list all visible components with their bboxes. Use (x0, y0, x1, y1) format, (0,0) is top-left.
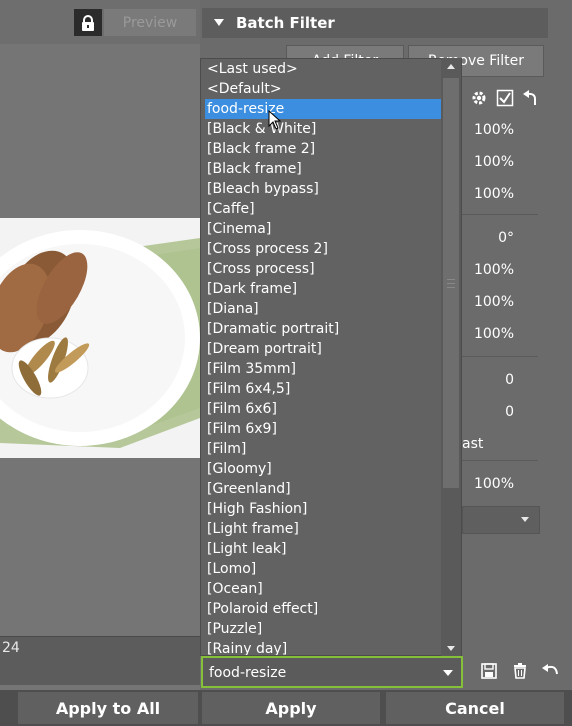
list-item[interactable]: [Cinema] (205, 219, 443, 239)
list-item[interactable]: [Puzzle] (205, 619, 443, 639)
value-2: 100% (473, 154, 514, 170)
batch-filter-title: Batch Filter (236, 14, 335, 32)
preset-combobox[interactable]: food-resize (201, 656, 463, 688)
list-item[interactable]: [Black frame] (205, 159, 443, 179)
delete-preset-button[interactable] (509, 660, 531, 682)
checkbox-icon[interactable] (494, 87, 516, 109)
value-3: 100% (473, 186, 514, 202)
value-4: 0° (498, 230, 514, 246)
filter-mode-select[interactable] (462, 506, 540, 534)
value-5: 100% (473, 262, 514, 278)
value-7: 100% (473, 326, 514, 342)
list-item[interactable]: [Caffe] (205, 199, 443, 219)
divider (462, 460, 538, 461)
save-icon (481, 663, 497, 679)
preset-combobox-value: food-resize (209, 665, 287, 681)
trash-icon (514, 663, 526, 679)
grip-icon (447, 279, 455, 280)
lock-button[interactable] (74, 9, 102, 36)
list-item[interactable]: [Film 35mm] (205, 359, 443, 379)
value-6: 100% (473, 294, 514, 310)
list-item[interactable]: [Film] (205, 439, 443, 459)
grip-icon (447, 283, 455, 284)
partial-label: ast (462, 436, 484, 452)
value-10: 100% (473, 476, 514, 492)
apply-button[interactable]: Apply (202, 692, 380, 724)
list-item[interactable]: [Rainy day] (205, 639, 443, 655)
mouse-cursor-icon (268, 110, 282, 130)
list-item[interactable]: [Lomo] (205, 559, 443, 579)
list-item[interactable]: [Film 6x6] (205, 399, 443, 419)
undo-icon (542, 664, 558, 675)
list-item[interactable]: [Dream portrait] (205, 339, 443, 359)
lock-icon (82, 14, 94, 31)
list-item[interactable]: [Ocean] (205, 579, 443, 599)
list-item[interactable]: [Light leak] (205, 539, 443, 559)
list-item[interactable]: [Black frame 2] (205, 139, 443, 159)
list-item[interactable]: [Bleach bypass] (205, 179, 443, 199)
cancel-button[interactable]: Cancel (386, 692, 564, 724)
scroll-up-icon[interactable] (447, 64, 455, 69)
status-bar (0, 636, 200, 685)
chevron-down-icon (443, 670, 453, 676)
list-item[interactable]: [Cross process] (205, 259, 443, 279)
list-item[interactable]: [Diana] (205, 299, 443, 319)
gear-icon[interactable] (468, 87, 490, 109)
list-item[interactable]: [Film 6x4,5] (205, 379, 443, 399)
value-9: 0 (505, 404, 514, 420)
undo-icon[interactable] (520, 87, 542, 109)
preview-photo (0, 218, 200, 458)
list-item[interactable]: <Default> (205, 79, 443, 99)
list-item-selected[interactable]: food-resize (205, 99, 443, 119)
list-item[interactable]: <Last used> (205, 59, 443, 79)
chevron-down-icon (521, 517, 529, 522)
list-item[interactable]: [Dark frame] (205, 279, 443, 299)
value-1: 100% (473, 122, 514, 138)
zoom-readout: 24 (2, 640, 20, 656)
divider (462, 214, 538, 215)
collapse-arrow-icon (214, 19, 224, 26)
list-item[interactable]: [Film 6x9] (205, 419, 443, 439)
scroll-down-icon[interactable] (447, 646, 455, 651)
list-item[interactable]: [Polaroid effect] (205, 599, 443, 619)
list-item[interactable]: [Greenland] (205, 479, 443, 499)
list-item[interactable]: [Dramatic portrait] (205, 319, 443, 339)
save-preset-button[interactable] (478, 660, 500, 682)
grip-icon (447, 287, 455, 288)
list-item[interactable]: [Light frame] (205, 519, 443, 539)
preset-dropdown-list[interactable]: <Last used> <Default> food-resize [Black… (200, 58, 462, 656)
value-8: 0 (505, 372, 514, 388)
list-item[interactable]: [High Fashion] (205, 499, 443, 519)
reset-preset-button[interactable] (540, 660, 562, 682)
list-item[interactable]: [Black & White] (205, 119, 443, 139)
batch-filter-header[interactable]: Batch Filter (202, 8, 548, 38)
divider (462, 356, 538, 357)
list-item[interactable]: [Cross process 2] (205, 239, 443, 259)
list-item[interactable]: [Gloomy] (205, 459, 443, 479)
preview-button[interactable]: Preview (104, 9, 196, 36)
apply-to-all-button[interactable]: Apply to All (18, 692, 198, 724)
